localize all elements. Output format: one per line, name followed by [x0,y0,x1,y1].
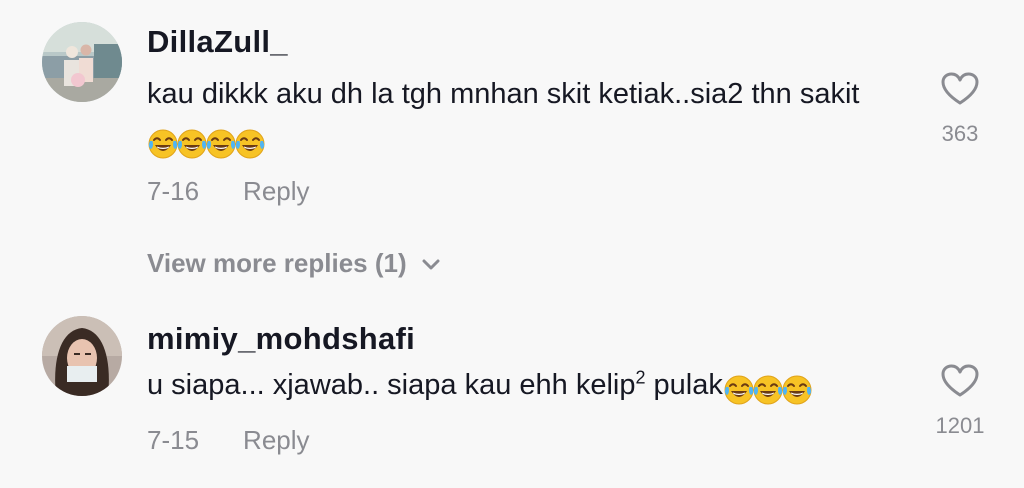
like-button[interactable]: 1201 [915,364,1005,439]
comment-text: kau dikkk aku dh la tgh mnhan skit ketia… [147,72,907,166]
like-count: 363 [941,121,979,146]
view-more-replies-button[interactable]: View more replies (1) [147,248,441,279]
face-with-tears-of-joy-icon [723,374,755,406]
comment-username[interactable]: DillaZull_ [147,24,288,60]
like-count: 1201 [935,413,985,438]
comment-text-body: kau dikkk aku dh la tgh mnhan skit ketia… [147,78,860,110]
like-button[interactable]: 363 [915,72,1005,147]
comment-meta: 7-15 Reply [147,425,310,456]
reply-button[interactable]: Reply [243,425,309,455]
emoji-group [147,121,263,166]
face-with-tears-of-joy-icon [781,374,813,406]
chevron-down-icon [422,259,440,270]
heart-outline-icon[interactable] [941,364,979,398]
comment-item: DillaZull_ kau dikkk aku dh la tgh mnhan… [0,0,1024,300]
face-with-tears-of-joy-icon [752,374,784,406]
comment-meta: 7-16 Reply [147,176,310,207]
face-with-tears-of-joy-icon [176,128,208,160]
comment-date: 7-16 [147,176,200,206]
comment-item: mimiy_mohdshafi u siapa... xjawab.. siap… [0,300,1024,488]
face-with-tears-of-joy-icon [234,128,266,160]
avatar[interactable] [42,22,122,102]
comment-text-body: u siapa... xjawab.. siapa kau ehh kelip [147,369,636,401]
comment-username[interactable]: mimiy_mohdshafi [147,321,415,357]
face-with-tears-of-joy-icon [147,128,179,160]
comment-date: 7-15 [147,425,200,455]
view-more-replies-label: View more replies (1) [147,248,407,278]
comment-text: u siapa... xjawab.. siapa kau ehh kelip2… [147,363,907,412]
heart-outline-icon[interactable] [941,72,979,106]
comment-text-superscript: 2 [635,367,646,388]
emoji-group [723,367,810,412]
comment-text-tail: pulak [645,369,723,401]
avatar[interactable] [42,316,122,396]
face-with-tears-of-joy-icon [205,128,237,160]
reply-button[interactable]: Reply [243,176,309,206]
